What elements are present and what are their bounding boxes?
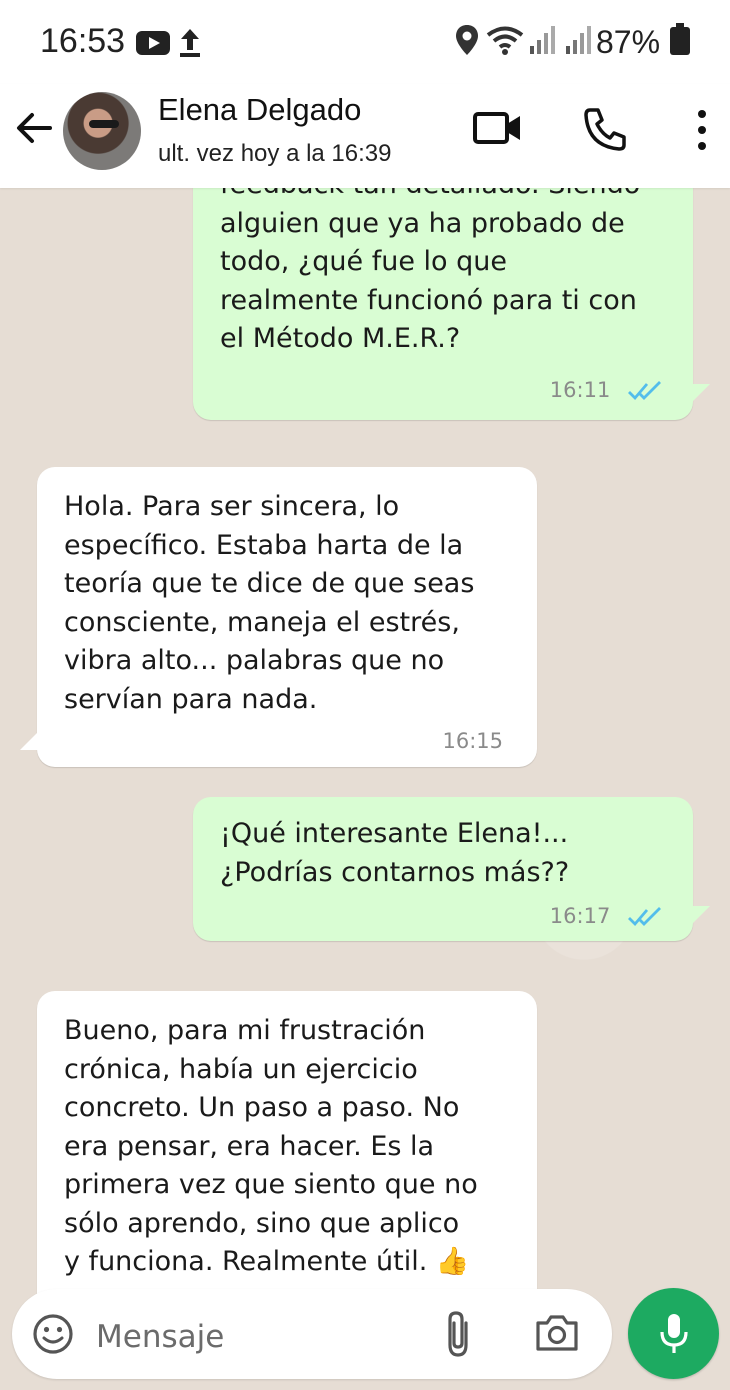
status-bar: 16:53 87% [0, 0, 730, 84]
signal-icon [566, 26, 591, 54]
avatar[interactable] [63, 92, 141, 170]
message-bubble-outgoing[interactable]: ¡Qué interesante Elena!... ¿Podrías cont… [193, 797, 693, 941]
message-text: Hola. Para ser sincera, lo específico. E… [64, 491, 475, 715]
message-input[interactable]: Mensaje [96, 1319, 224, 1355]
message-text: feedback tan detallado. Siendo alguien q… [220, 188, 640, 354]
read-ticks-icon [628, 381, 661, 401]
bubble-tail [688, 906, 710, 928]
location-icon [456, 25, 478, 55]
message-input-bar[interactable]: Mensaje [12, 1289, 612, 1379]
read-ticks-icon [628, 907, 661, 927]
contact-name[interactable]: Elena Delgado [158, 92, 361, 128]
message-time: 16:15 [442, 729, 503, 753]
more-vert-icon[interactable] [690, 108, 714, 152]
last-seen: ult. vez hoy a la 16:39 [158, 140, 392, 167]
message-bubble-outgoing[interactable]: feedback tan detallado. Siendo alguien q… [193, 188, 693, 420]
battery-icon [670, 23, 690, 55]
signal-icon [530, 26, 555, 54]
chat-header: Elena Delgado ult. vez hoy a la 16:39 [0, 84, 730, 188]
mic-icon [660, 1314, 688, 1353]
phone-icon[interactable] [582, 106, 628, 152]
message-time: 16:11 [549, 378, 611, 402]
message-bubble-incoming[interactable]: Hola. Para ser sincera, lo específico. E… [37, 467, 537, 767]
youtube-icon [136, 31, 170, 55]
message-meta: 16:15 [442, 729, 503, 753]
mic-button[interactable] [628, 1288, 719, 1379]
chat-area[interactable]: feedback tan detallado. Siendo alguien q… [0, 188, 730, 1390]
back-arrow-icon[interactable] [14, 108, 54, 148]
attach-icon[interactable] [442, 1309, 476, 1359]
upload-icon [180, 29, 200, 57]
video-call-icon[interactable] [470, 108, 524, 148]
message-meta: 16:17 [550, 904, 663, 928]
camera-icon[interactable] [534, 1313, 580, 1353]
message-time: 16:17 [549, 904, 611, 928]
message-text: Bueno, para mi frustración crónica, habí… [64, 1015, 478, 1277]
status-time: 16:53 [40, 22, 126, 60]
battery-percentage: 87% [596, 24, 661, 60]
emoji-icon[interactable] [32, 1313, 74, 1355]
message-text: ¡Qué interesante Elena!... ¿Podrías cont… [220, 818, 570, 888]
bubble-tail [688, 384, 710, 406]
message-meta: 16:11 [550, 378, 663, 402]
avatar-photo [89, 120, 119, 128]
wifi-icon [486, 26, 524, 55]
